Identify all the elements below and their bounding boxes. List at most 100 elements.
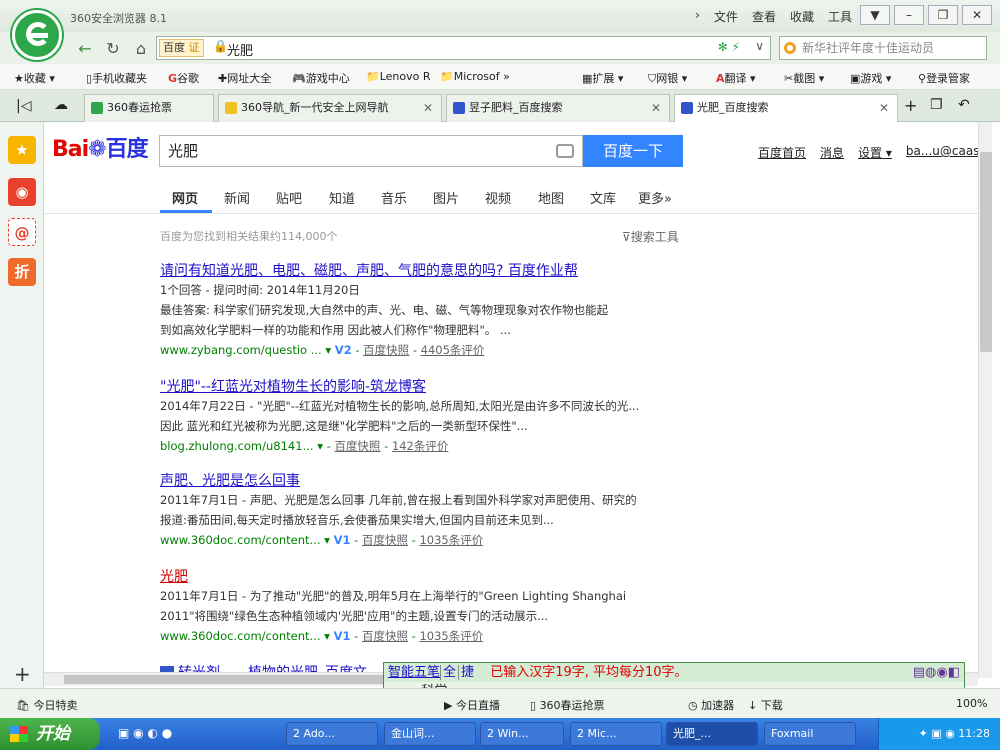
security-icon[interactable]: ✻ ⚡ — [718, 40, 740, 54]
baidu-search-input[interactable]: 光肥 — [159, 135, 583, 167]
status-tickets[interactable]: ▯ 360春运抢票 — [530, 697, 605, 713]
status-live[interactable]: ▶ 今日直播 — [444, 697, 500, 713]
taskbar-button-office[interactable]: 2 Mic... — [570, 722, 662, 746]
taskbar-button-windows[interactable]: 2 Win... — [480, 722, 564, 746]
link-user[interactable]: ba...u@caas.cn — [906, 144, 978, 161]
link-home[interactable]: 百度首页 — [758, 144, 806, 161]
menu-file[interactable]: 文件 — [714, 8, 738, 25]
tool-screenshot[interactable]: ✂截图 ▾ — [784, 70, 824, 86]
nav-zhidao[interactable]: 知道 — [329, 188, 355, 207]
baidu-search-button[interactable]: 百度一下 — [583, 135, 683, 167]
result-title[interactable]: 请问有知道光肥、电肥、磁肥、声肥、气肥的意思的吗? 百度作业帮 — [160, 260, 700, 280]
menu-chevron-icon[interactable]: › — [695, 8, 700, 25]
result-title[interactable]: 光肥 — [160, 566, 700, 586]
taskbar-button-adobe[interactable]: 2 Ado... — [286, 722, 378, 746]
mail-icon[interactable]: @ — [8, 218, 36, 246]
daily-deals[interactable]: 🛍 今日特卖 — [16, 697, 77, 713]
new-tab-icon[interactable]: + — [904, 96, 917, 115]
fav-games[interactable]: 🎮游戏中心 — [292, 70, 350, 86]
snapshot-link[interactable]: 百度快照 — [363, 343, 409, 357]
menu-tools[interactable]: 工具 — [828, 8, 852, 25]
result-url[interactable]: blog.zhulong.com/u8141... — [160, 439, 314, 453]
vertical-scrollbar[interactable] — [978, 122, 992, 678]
nav-music[interactable]: 音乐 — [381, 188, 407, 207]
tool-login[interactable]: ⚲登录管家 — [918, 70, 970, 86]
tab-close-icon[interactable]: ✕ — [423, 95, 433, 121]
zoom-level[interactable]: 100% — [956, 697, 987, 710]
tab-2[interactable]: 昱子肥料_百度搜索 ✕ — [446, 94, 670, 122]
nav-video[interactable]: 视频 — [485, 188, 511, 207]
tool-extensions[interactable]: ▦扩展 ▾ — [582, 70, 623, 86]
link-messages[interactable]: 消息 — [820, 144, 844, 161]
menu-view[interactable]: 查看 — [752, 8, 776, 25]
trust-badge[interactable]: V1 — [334, 533, 351, 547]
snapshot-link[interactable]: 百度快照 — [334, 439, 380, 453]
quicklaunch-icons[interactable]: ▣ ◉ ◐ ● — [118, 726, 172, 740]
tab-back-icon[interactable]: |◁ — [16, 98, 31, 114]
tab-0[interactable]: 360春运抢票 — [84, 94, 214, 122]
fav-microsoft[interactable]: 📁Microsof » — [440, 70, 510, 83]
tab-3-active[interactable]: 光肥_百度搜索 ✕ — [674, 94, 898, 123]
skin-button[interactable]: ▼ — [860, 5, 890, 25]
ime-mode-full[interactable]: 全 — [440, 665, 459, 680]
nav-images[interactable]: 图片 — [433, 188, 459, 207]
tab-list-icon[interactable]: ❐ — [930, 97, 943, 113]
result-title[interactable]: "光肥"--红蓝光对植物生长的影响-筑龙博客 — [160, 376, 700, 396]
nav-map[interactable]: 地图 — [538, 188, 564, 207]
refresh-icon[interactable]: ↻ — [102, 38, 124, 60]
baidu-logo[interactable]: Bai❁百度 — [52, 131, 149, 163]
cloud-icon[interactable]: ☁ — [54, 97, 68, 113]
result-url[interactable]: www.360doc.com/content... — [160, 533, 321, 547]
browser-logo-icon[interactable] — [12, 10, 62, 60]
home-icon[interactable]: ⌂ — [130, 38, 152, 60]
result-url[interactable]: www.zybang.com/questio ... — [160, 343, 322, 357]
search-tools[interactable]: ⊽搜索工具 — [622, 228, 679, 245]
favorites-menu[interactable]: ★收藏 ▾ — [14, 70, 55, 86]
sidebar-add-icon[interactable]: + — [14, 662, 31, 686]
status-download[interactable]: ↓ 下载 — [748, 697, 783, 713]
weibo-icon[interactable]: ◉ — [8, 178, 36, 206]
tool-translate[interactable]: A翻译 ▾ — [716, 70, 756, 86]
discount-icon[interactable]: 折 — [8, 258, 36, 286]
start-button[interactable]: 开始 — [0, 718, 100, 750]
tab-close-icon[interactable]: ✕ — [879, 95, 889, 121]
snapshot-link[interactable]: 百度快照 — [362, 629, 408, 643]
taskbar-button-foxmail[interactable]: Foxmail — [764, 722, 856, 746]
minimize-button[interactable]: – — [894, 5, 924, 25]
ime-mode-quick[interactable]: 捷 — [458, 665, 477, 680]
clock[interactable]: 11:28 — [958, 727, 990, 740]
ime-name[interactable]: 智能五笔 — [384, 665, 440, 680]
fav-sites[interactable]: ✚网址大全 — [218, 70, 271, 86]
reviews-link[interactable]: 1035条评价 — [419, 533, 483, 547]
nav-wenku[interactable]: 文库 — [590, 188, 616, 207]
tool-games[interactable]: ▣游戏 ▾ — [850, 70, 891, 86]
link-settings[interactable]: 设置 ▾ — [858, 144, 892, 161]
maximize-button[interactable]: ❐ — [928, 5, 958, 25]
address-dropdown-icon[interactable]: ∨ — [755, 39, 764, 53]
trust-badge[interactable]: V1 — [334, 629, 351, 643]
fav-google[interactable]: G谷歌 — [168, 70, 199, 86]
close-button[interactable]: ✕ — [962, 5, 992, 25]
reviews-link[interactable]: 142条评价 — [392, 439, 448, 453]
back-icon[interactable]: ← — [74, 38, 96, 60]
nav-news[interactable]: 新闻 — [224, 188, 250, 207]
result-title[interactable]: 声肥、光肥是怎么回事 — [160, 470, 700, 490]
snapshot-link[interactable]: 百度快照 — [362, 533, 408, 547]
scroll-thumb[interactable] — [980, 152, 992, 352]
fav-mobile[interactable]: ▯手机收藏夹 — [86, 70, 147, 86]
address-bar[interactable]: 百度 证 🔒 光肥 ✻ ⚡ ∨ — [156, 36, 771, 60]
trust-badge[interactable]: V2 — [335, 343, 352, 357]
nav-tieba[interactable]: 贴吧 — [276, 188, 302, 207]
status-accelerator[interactable]: ◷ 加速器 — [688, 697, 734, 713]
nav-more[interactable]: 更多» — [638, 188, 672, 207]
camera-icon[interactable] — [556, 144, 574, 158]
reviews-link[interactable]: 1035条评价 — [419, 629, 483, 643]
tab-1[interactable]: 360导航_新一代安全上网导航 ✕ — [218, 94, 442, 122]
tab-close-icon[interactable]: ✕ — [651, 95, 661, 121]
star-icon[interactable]: ★ — [8, 136, 36, 164]
menu-favorites[interactable]: 收藏 — [790, 8, 814, 25]
taskbar-button-browser[interactable]: 光肥_... — [666, 722, 758, 746]
nav-web[interactable]: 网页 — [172, 188, 198, 207]
taskbar-button-kingsoft[interactable]: 金山词... — [384, 722, 476, 746]
result-url[interactable]: www.360doc.com/content... — [160, 629, 321, 643]
